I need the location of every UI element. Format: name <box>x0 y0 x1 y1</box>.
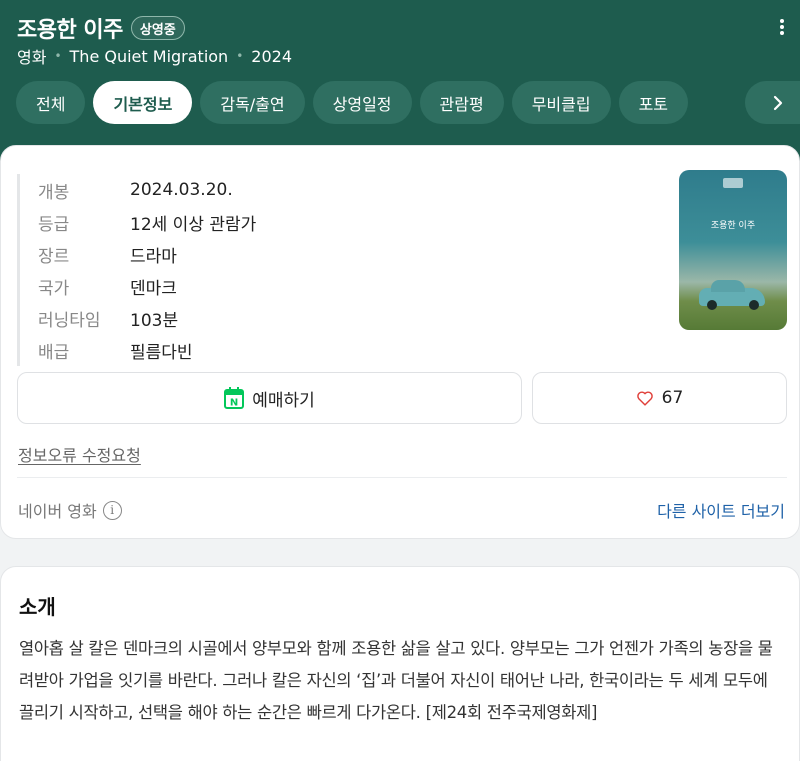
movie-category: 영화 <box>17 48 47 67</box>
movie-meta: 영화 • The Quiet Migration • 2024 <box>17 44 292 68</box>
info-value: 12세 이상 관람가 <box>130 214 257 235</box>
like-count: 67 <box>661 388 684 408</box>
more-options-icon[interactable] <box>774 16 790 38</box>
info-key: 장르 <box>38 246 70 267</box>
like-button[interactable]: 67 <box>532 372 787 424</box>
tab-movie-clips[interactable]: 무비클립 <box>511 81 611 124</box>
svg-text:N: N <box>230 398 238 409</box>
source-label: 네이버 영화 <box>18 502 97 521</box>
status-badge: 상영중 <box>130 16 185 40</box>
tab-basic-info[interactable]: 기본정보 <box>93 81 193 124</box>
info-key: 국가 <box>38 278 70 299</box>
festival-logo <box>723 178 743 188</box>
info-key: 러닝타임 <box>38 310 101 331</box>
title-row: 조용한 이주 상영중 <box>17 12 185 44</box>
intro-text: 열아홉 살 칼은 덴마크의 시골에서 양부모와 함께 조용한 삶을 살고 있다.… <box>19 639 773 722</box>
info-row-rating: 등급 12세 이상 관람가 <box>38 206 256 238</box>
info-icon[interactable]: i <box>102 500 122 520</box>
tab-schedule[interactable]: 상영일정 <box>312 81 412 124</box>
info-value[interactable]: 필름다빈 <box>130 338 193 363</box>
poster-car-wheel <box>707 300 717 310</box>
heart-icon <box>636 391 653 406</box>
calendar-icon: N <box>224 387 245 409</box>
info-row-runtime: 러닝타임 103분 <box>38 302 256 334</box>
divider <box>17 477 787 478</box>
movie-poster[interactable]: 조용한 이주 <box>679 170 787 330</box>
source-row: 네이버 영화 i <box>18 498 122 522</box>
info-row-genre: 장르 드라마 <box>38 238 256 270</box>
tab-director-cast[interactable]: 감독/출연 <box>200 81 305 124</box>
other-sites-link[interactable]: 다른 사이트 더보기 <box>657 498 785 522</box>
info-key: 배급 <box>38 342 70 363</box>
info-row-country: 국가 덴마크 <box>38 270 256 302</box>
tab-photos[interactable]: 포토 <box>618 81 689 124</box>
poster-car-wheel <box>749 300 759 310</box>
movie-title[interactable]: 조용한 이주 <box>17 12 123 44</box>
basic-info-card: 개봉 2024.03.20. 등급 12세 이상 관람가 장르 드라마 국가 덴… <box>0 145 800 539</box>
tab-all[interactable]: 전체 <box>16 81 86 124</box>
tab-reviews[interactable]: 관람평 <box>419 81 504 124</box>
movie-year: 2024 <box>251 46 292 66</box>
info-key: 개봉 <box>38 182 70 203</box>
info-value: 드라마 <box>130 246 177 267</box>
poster-title: 조용한 이주 <box>710 221 756 231</box>
separator-dot: • <box>54 49 62 63</box>
info-key: 등급 <box>38 214 70 235</box>
reserve-label: 예매하기 <box>252 390 315 411</box>
report-error-link[interactable]: 정보오류 수정요청 <box>18 442 141 466</box>
reserve-button[interactable]: N 예매하기 <box>17 372 522 424</box>
info-value: 103분 <box>130 310 179 331</box>
intro-card: 소개 열아홉 살 칼은 덴마크의 시골에서 양부모와 함께 조용한 삶을 살고 … <box>0 566 800 761</box>
info-list: 개봉 2024.03.20. 등급 12세 이상 관람가 장르 드라마 국가 덴… <box>17 174 256 366</box>
info-row-distributor: 배급 필름다빈 <box>38 334 256 366</box>
info-value: 2024.03.20. <box>130 180 233 200</box>
chevron-right-icon <box>773 95 783 110</box>
info-value: 덴마크 <box>130 278 177 299</box>
separator-dot: • <box>236 49 244 63</box>
movie-original-title: The Quiet Migration <box>69 46 229 66</box>
tab-bar: 전체 기본정보 감독/출연 상영일정 관람평 무비클립 포토 <box>16 81 696 124</box>
info-row-release: 개봉 2024.03.20. <box>38 174 256 206</box>
tab-scroll-next-button[interactable] <box>745 81 800 124</box>
intro-title: 소개 <box>19 595 56 619</box>
